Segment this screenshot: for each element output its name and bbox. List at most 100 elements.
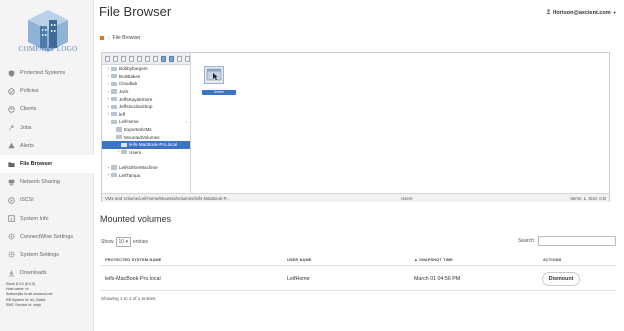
tree-item-label: Bobbyburgers (119, 66, 148, 72)
col-header-system[interactable]: PROTECTED SYSTEM NAME (105, 258, 162, 262)
breadcrumb-current: File Browser (112, 35, 141, 41)
folder-icon (111, 74, 117, 79)
search-input[interactable] (538, 236, 617, 246)
wrench-icon (8, 124, 15, 131)
version-line: lfortson@s.rb.atl.siocloud.net (6, 292, 53, 297)
sidebar-item-label: System Info (20, 215, 49, 222)
sidebar-item-label: Protected Systems (20, 70, 66, 77)
folder-icon (111, 89, 117, 94)
folder-icon (111, 112, 117, 117)
tree-item[interactable]: + leifs-MacBook-Pro.local (102, 140, 190, 149)
tree-item[interactable]: + Bobbyburgers (102, 65, 190, 73)
entries-control: Show 10 ▾ entries (101, 237, 148, 247)
sidebar-item-clients[interactable]: Clients (0, 100, 94, 118)
tree-item[interactable]: + Jack (102, 88, 190, 96)
version-line: RMC Service id: cdqh (6, 302, 41, 307)
sidebar-item-jobs[interactable]: Jobs (0, 119, 94, 137)
copy-icon[interactable] (144, 55, 151, 62)
info-icon[interactable] (160, 55, 167, 62)
file-item[interactable] (204, 66, 224, 88)
tree-item[interactable]: - MountedVolumes (102, 133, 190, 141)
folder-icon (111, 97, 117, 102)
file-browser-panel: + Bobbyburgers + BurtBakes + Cloudlab + Jack + Je… (101, 52, 610, 202)
folder-icon (111, 119, 117, 125)
sidebar: COMPANY LOGO Protected Systems Policies Cl… (0, 0, 94, 331)
tree-item-label: Users (129, 149, 141, 155)
sidebar-item-file-browser[interactable]: File Browser (0, 154, 94, 174)
up-icon[interactable] (120, 55, 127, 62)
home-icon[interactable] (100, 36, 104, 40)
sidebar-item-protected-systems[interactable]: Protected Systems (0, 64, 94, 82)
folder-icon (121, 150, 127, 155)
tree-item[interactable]: ExportedVMs (102, 126, 190, 134)
tree-item[interactable]: + BurtBakes (102, 73, 190, 81)
breadcrumb: › File Browser (100, 35, 140, 41)
tree-item[interactable] (102, 156, 190, 164)
sidebar-item-label: Policies (20, 88, 39, 95)
dismount-button[interactable]: Dismount (542, 272, 580, 286)
sidebar-item-downloads[interactable]: Downloads (0, 264, 94, 282)
tree-item-label: LeifHome (119, 119, 139, 125)
sidebar-item-system-settings[interactable]: System Settings (0, 246, 94, 264)
search-label: Search: (518, 238, 536, 244)
tree-item[interactable]: + JeffsKayakStore (102, 95, 190, 103)
tree-item[interactable]: + JeffsScubaShop (102, 103, 190, 111)
link-icon[interactable] (152, 55, 159, 62)
col-header-snapshot[interactable]: ▲ SNAPSHOT TIME (414, 258, 453, 262)
sidebar-item-label: ConnectWise Settings (20, 233, 74, 240)
tree-item[interactable]: + Cloudlab (102, 80, 190, 88)
tree-item-label: JeffsScubaShop (119, 104, 153, 110)
folder-icon (116, 135, 122, 140)
chevron-right-icon[interactable]: › (186, 119, 187, 124)
sidebar-item-label: Clients (20, 106, 37, 113)
folder-icon (116, 127, 122, 132)
sidebar-item-connectwise-settings[interactable]: ConnectWise Settings (0, 228, 94, 246)
folder-tree: + Bobbyburgers + BurtBakes + Cloudlab + Jack + Je… (102, 65, 190, 193)
save-icon[interactable] (128, 55, 135, 62)
forward-icon[interactable] (112, 55, 119, 62)
col-header-snapshot-label: SNAPSHOT TIME (419, 258, 454, 262)
back-icon[interactable] (105, 55, 111, 62)
page-title: File Browser (99, 4, 172, 19)
folder-icon (121, 142, 127, 147)
entries-label: entries (132, 239, 148, 245)
user-menu[interactable]: lfortson@axcient.com ▼ (546, 9, 617, 16)
tree-item[interactable]: + LeifsOtherMachine (102, 164, 190, 172)
file-label[interactable]: \Users (202, 90, 236, 95)
tree-item-label: Jack (119, 89, 129, 95)
refresh-icon[interactable] (136, 55, 143, 62)
tree-item[interactable]: + Users (102, 149, 190, 157)
col-header-actions: ACTIONS (543, 258, 562, 262)
tree-item-label: ExportedVMs (124, 127, 152, 133)
sidebar-item-system-info[interactable]: System Info (0, 210, 94, 228)
file-icon (204, 66, 224, 84)
search-control: Search: (518, 236, 617, 246)
sidebar-nav: Protected Systems Policies Clients Jobs Aler… (0, 64, 94, 282)
user-email: lfortson@axcient.com (553, 9, 611, 16)
entries-select[interactable]: 10 ▾ (115, 237, 131, 247)
tree-item-label: JeffsKayakStore (119, 96, 153, 102)
cell-time: March 01 04:56 PM (414, 276, 461, 282)
sidebar-item-network-sharing[interactable]: Network Sharing (0, 173, 94, 191)
sidebar-item-iscsi[interactable]: iSCSI (0, 191, 94, 209)
sidebar-item-label: System Settings (20, 251, 59, 258)
table-row-divider (100, 290, 616, 291)
folder-icon (111, 81, 117, 87)
download-icon[interactable] (168, 55, 175, 62)
sidebar-item-alerts[interactable]: Alerts (0, 137, 94, 155)
policy-icon (8, 88, 15, 95)
sidebar-item-policies[interactable]: Policies (0, 82, 94, 100)
tree-item[interactable]: + leff (102, 111, 190, 119)
tree-item[interactable]: + LeifTampa (102, 171, 190, 179)
breadcrumb-separator: › (108, 35, 110, 41)
cell-system: leifs-MacBook-Pro.local (105, 276, 161, 282)
tree-item-label: LeifTampa (119, 172, 141, 178)
view-icon[interactable] (176, 55, 183, 62)
info-icon (8, 215, 15, 222)
tree-item[interactable]: - LeifHome › (102, 118, 190, 126)
alert-icon (8, 142, 15, 149)
folder-icon (8, 161, 15, 168)
user-icon (546, 9, 551, 16)
iscsi-icon (8, 197, 15, 204)
col-header-user[interactable]: USER NAME (287, 258, 312, 262)
